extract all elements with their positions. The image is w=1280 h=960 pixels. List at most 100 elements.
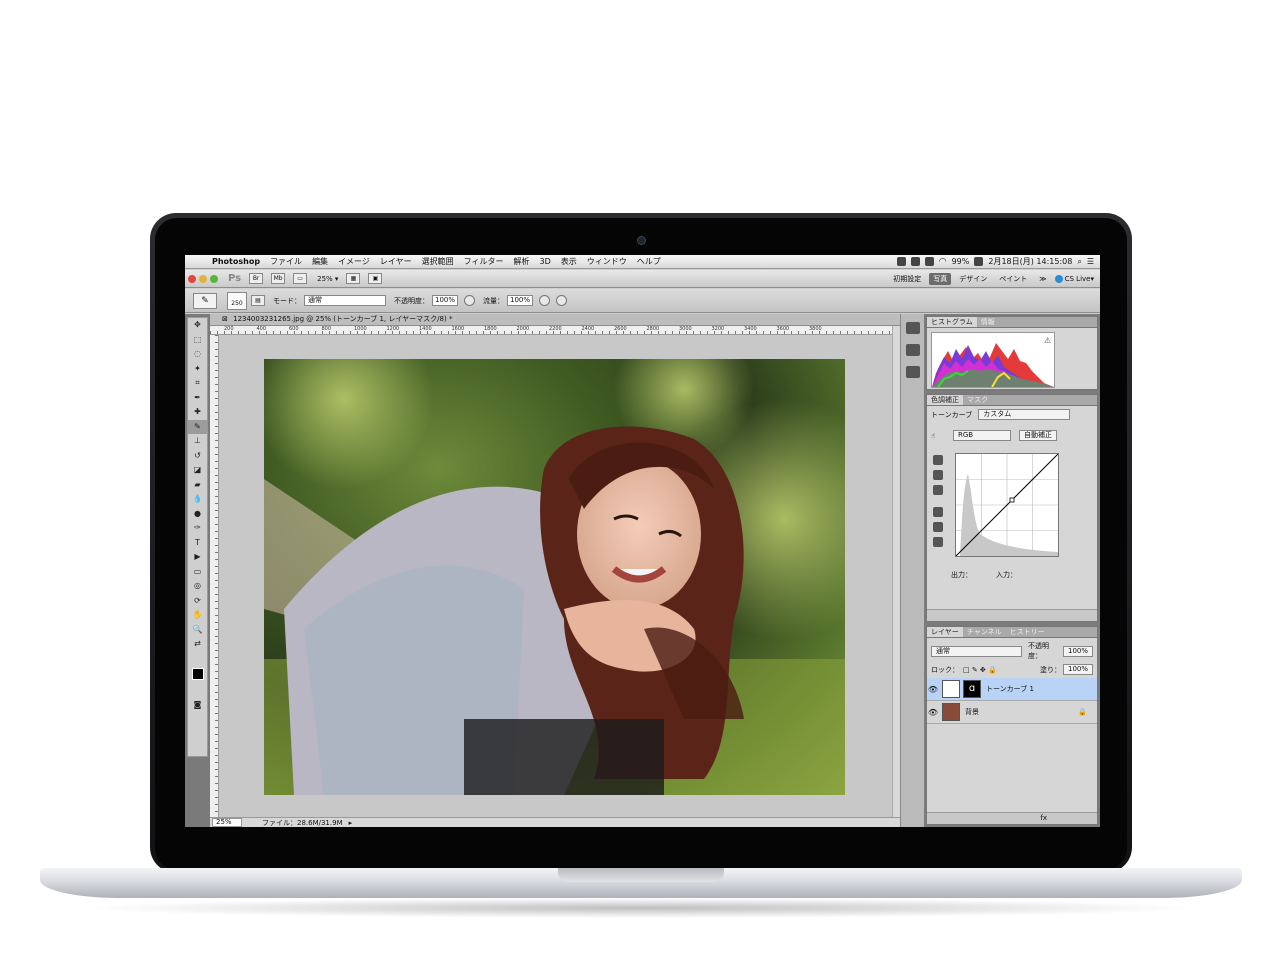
- layer-row-curves[interactable]: 👁 ɑ トーンカーブ 1: [927, 678, 1097, 701]
- vertical-scrollbar[interactable]: [892, 326, 900, 817]
- curve-point-tool-icon[interactable]: [933, 507, 943, 517]
- gradient-tool-icon[interactable]: ▰: [188, 478, 207, 493]
- path-select-tool-icon[interactable]: ▶: [188, 550, 207, 565]
- dodge-tool-icon[interactable]: ●: [188, 507, 207, 522]
- workspace-photography[interactable]: 写真: [929, 272, 952, 285]
- hand-tool-icon[interactable]: ✋: [188, 608, 207, 623]
- quick-mask-icon[interactable]: ◙: [188, 698, 207, 713]
- airbrush-icon[interactable]: [539, 295, 550, 306]
- 3d-rotate-tool-icon[interactable]: ◎: [188, 579, 207, 594]
- foreground-color-swatch[interactable]: [192, 668, 204, 680]
- menu-analysis[interactable]: 解析: [509, 256, 535, 267]
- layer-mask-thumbnail[interactable]: ɑ: [963, 680, 981, 698]
- layer-row-background[interactable]: 👁 背景 🔒: [927, 701, 1097, 724]
- navigator-panel-icon[interactable]: [905, 366, 920, 378]
- mini-bridge-panel-icon[interactable]: [905, 322, 920, 334]
- bridge-button[interactable]: Br: [249, 273, 264, 284]
- notification-icon[interactable]: ☰: [1087, 257, 1094, 266]
- view-extras-button[interactable]: ▭: [293, 273, 308, 284]
- screen-mode-button[interactable]: ▣: [368, 273, 383, 284]
- visibility-eye-icon[interactable]: 👁: [927, 708, 939, 717]
- curve-pencil-tool-icon[interactable]: [933, 522, 943, 532]
- healing-tool-icon[interactable]: ✚: [188, 405, 207, 420]
- curve-control-point[interactable]: [1009, 497, 1015, 503]
- channel-select[interactable]: RGB: [953, 430, 1011, 441]
- 3d-orbit-tool-icon[interactable]: ⟳: [188, 594, 207, 609]
- swap-colors-icon[interactable]: ⇄: [188, 637, 207, 652]
- volume-icon[interactable]: [924, 257, 934, 266]
- blur-tool-icon[interactable]: 💧: [188, 492, 207, 507]
- menu-filter[interactable]: フィルター: [459, 256, 509, 267]
- tab-histogram[interactable]: ヒストグラム: [927, 317, 977, 327]
- tab-masks[interactable]: マスク: [963, 395, 992, 405]
- curves-preset-select[interactable]: カスタム: [978, 409, 1071, 420]
- flow-field[interactable]: 100%: [507, 295, 533, 306]
- close-window-button[interactable]: [188, 274, 196, 283]
- brush-panel-toggle-icon[interactable]: ▤: [251, 295, 265, 306]
- wifi-icon[interactable]: ◠: [939, 257, 947, 267]
- curve-smooth-icon[interactable]: [933, 537, 943, 547]
- menu-edit[interactable]: 編集: [307, 256, 333, 267]
- move-tool-icon[interactable]: ✥: [188, 318, 207, 333]
- auto-button[interactable]: 自動補正: [1019, 430, 1057, 441]
- menu-window[interactable]: ウィンドウ: [582, 256, 632, 267]
- evernote-icon[interactable]: [910, 257, 920, 266]
- pen-tool-icon[interactable]: ✑: [188, 521, 207, 536]
- workspace-design[interactable]: デザイン: [955, 273, 991, 285]
- photo-canvas[interactable]: [264, 359, 845, 795]
- lasso-tool-icon[interactable]: ◌: [188, 347, 207, 362]
- clone-stamp-tool-icon[interactable]: ⊥: [188, 434, 207, 449]
- zoom-level-select[interactable]: 25% ▾: [317, 275, 338, 283]
- menu-layer[interactable]: レイヤー: [375, 256, 417, 267]
- marquee-tool-icon[interactable]: ⬚: [188, 333, 207, 348]
- spotlight-icon[interactable]: ⌕: [1077, 257, 1081, 267]
- arrange-documents-button[interactable]: ▦: [346, 273, 361, 284]
- usb-panel-icon[interactable]: [905, 344, 920, 356]
- zoom-window-button[interactable]: [210, 274, 218, 283]
- workspace-essentials[interactable]: 初期設定: [889, 273, 925, 285]
- size-pressure-icon[interactable]: [556, 295, 567, 306]
- history-brush-tool-icon[interactable]: ↺: [188, 449, 207, 464]
- type-tool-icon[interactable]: T: [188, 536, 207, 551]
- opacity-pressure-icon[interactable]: [464, 295, 475, 306]
- tab-layers[interactable]: レイヤー: [927, 627, 963, 637]
- visibility-eye-icon[interactable]: 👁: [927, 685, 939, 694]
- mode-select[interactable]: 通常: [304, 295, 386, 306]
- gray-point-eyedropper-icon[interactable]: [933, 470, 943, 480]
- targeted-adjust-icon[interactable]: ☝: [931, 432, 947, 440]
- menu-help[interactable]: ヘルプ: [632, 256, 666, 267]
- crop-tool-icon[interactable]: ⌗: [188, 376, 207, 391]
- status-zoom-field[interactable]: 25%: [212, 818, 242, 827]
- tab-adjustments[interactable]: 色調補正: [927, 395, 963, 405]
- brush-tool-icon[interactable]: ✎: [188, 419, 207, 434]
- histogram-warning-icon[interactable]: ⚠: [1044, 336, 1051, 345]
- fill-field[interactable]: 100%: [1062, 664, 1093, 675]
- workspace-painting[interactable]: ペイント: [995, 273, 1031, 285]
- white-point-eyedropper-icon[interactable]: [933, 485, 943, 495]
- more-workspaces-button[interactable]: ≫: [1035, 274, 1050, 284]
- tab-history[interactable]: ヒストリー: [1006, 627, 1049, 637]
- battery-icon[interactable]: [974, 257, 984, 266]
- minibridge-button[interactable]: Mb: [271, 273, 286, 284]
- eraser-tool-icon[interactable]: ◪: [188, 463, 207, 478]
- status-menu-arrow-icon[interactable]: ▸: [349, 819, 353, 827]
- layer-opacity-field[interactable]: 100%: [1062, 645, 1093, 657]
- clock[interactable]: 2月18日(月) 14:15:08: [988, 256, 1072, 267]
- close-document-icon[interactable]: ⊠: [222, 315, 228, 323]
- black-point-eyedropper-icon[interactable]: [933, 455, 943, 465]
- eyedropper-tool-icon[interactable]: ✒: [188, 391, 207, 406]
- shape-tool-icon[interactable]: ▭: [188, 565, 207, 580]
- menu-file[interactable]: ファイル: [265, 256, 307, 267]
- menu-view[interactable]: 表示: [556, 256, 582, 267]
- cs-live-menu[interactable]: CS Live▾: [1054, 274, 1094, 283]
- menu-image[interactable]: イメージ: [333, 256, 375, 267]
- tab-info[interactable]: 情報: [977, 317, 999, 327]
- lock-buttons[interactable]: □ ✎ ✥ 🔒: [963, 666, 997, 674]
- fx-button[interactable]: fx: [1040, 814, 1047, 822]
- brush-tool-preset-icon[interactable]: ✎: [193, 292, 217, 309]
- blend-mode-select[interactable]: 通常: [931, 645, 1023, 657]
- canvas-area[interactable]: [219, 335, 892, 817]
- battery-percent[interactable]: 99%: [952, 257, 970, 266]
- dropbox-icon[interactable]: [896, 257, 906, 266]
- brush-size-picker[interactable]: 250: [227, 291, 247, 310]
